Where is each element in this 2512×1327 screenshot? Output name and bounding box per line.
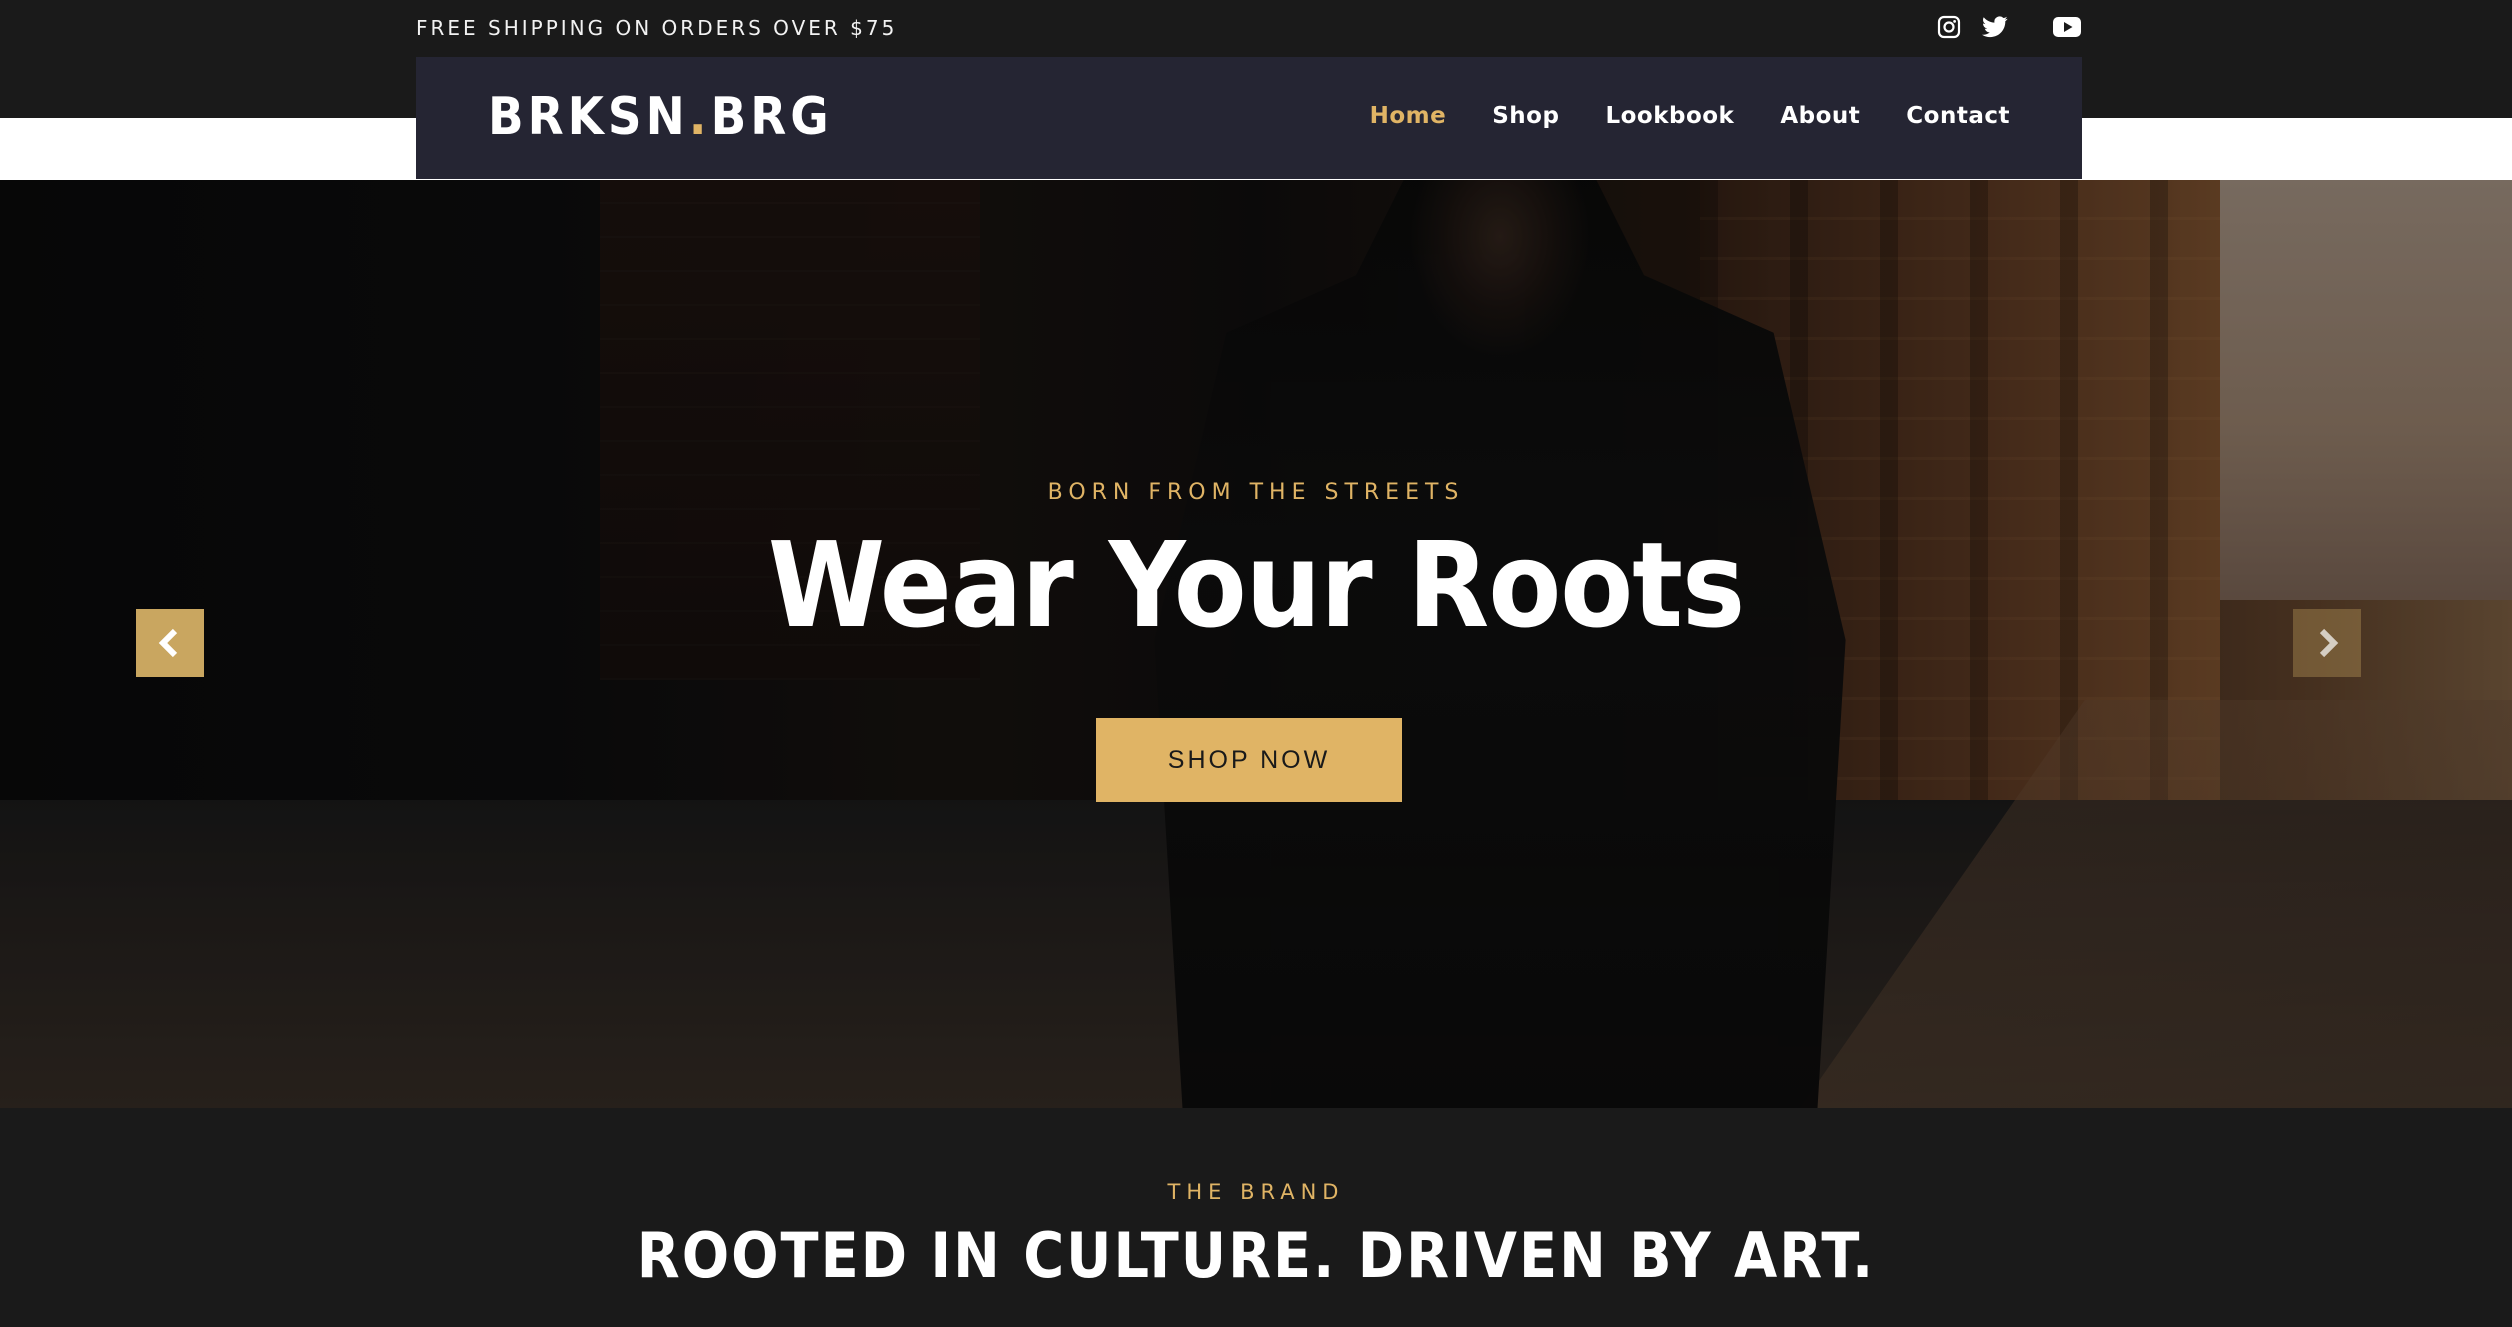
instagram-icon[interactable] [1934,12,1964,42]
youtube-icon[interactable] [2052,12,2082,42]
nav-link-about[interactable]: About [1780,101,1860,131]
brand-eyebrow: THE BRAND [1167,1180,1345,1204]
logo-text-end: BRG [710,87,833,147]
chevron-right-icon [2319,628,2339,658]
hero-content: BORN FROM THE STREETS Wear Your Roots SH… [0,180,2512,1108]
twitter-icon[interactable] [1980,12,2010,42]
brand-title: ROOTED IN CULTURE. DRIVEN BY ART. [636,1219,1876,1292]
nav-link-shop[interactable]: Shop [1492,101,1559,131]
nav-link-lookbook[interactable]: Lookbook [1605,101,1734,131]
hero-slider: BORN FROM THE STREETS Wear Your Roots SH… [0,180,2512,1108]
main-navbar: BRKSN.BRG Home Shop Lookbook About Conta… [416,57,2082,179]
promo-text: FREE SHIPPING ON ORDERS OVER $75 [416,16,898,40]
nav-link-contact[interactable]: Contact [1906,101,2010,131]
shop-now-button[interactable]: SHOP NOW [1096,718,1402,802]
slider-prev-button[interactable] [136,609,204,677]
brand-logo[interactable]: BRKSN.BRG [488,89,833,145]
nav-link-home[interactable]: Home [1370,101,1447,131]
logo-dot: . [688,87,711,147]
chevron-left-icon [158,628,178,658]
hero-headline: Wear Your Roots [767,516,1745,654]
hero-eyebrow: BORN FROM THE STREETS [1047,480,1465,505]
page: FREE SHIPPING ON ORDERS OVER $75 BRKSN.B… [0,0,2512,1327]
slider-next-button[interactable] [2293,609,2361,677]
nav-links: Home Shop Lookbook About Contact [1370,101,2010,131]
brand-section: THE BRAND ROOTED IN CULTURE. DRIVEN BY A… [0,1108,2512,1327]
logo-text-main: BRKSN [488,87,689,147]
